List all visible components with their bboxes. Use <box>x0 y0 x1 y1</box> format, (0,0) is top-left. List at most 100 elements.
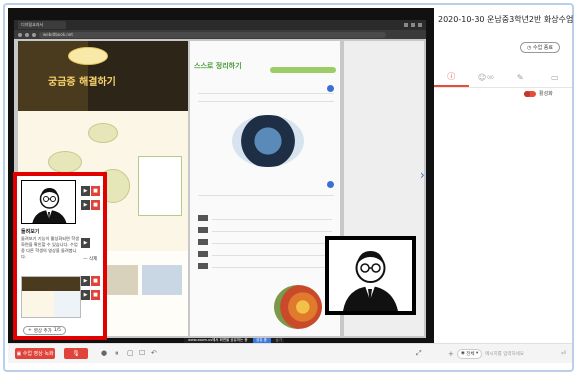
table-label <box>198 227 208 233</box>
person-icon: ☺ <box>477 73 487 82</box>
mic-icon: 🎙 <box>72 350 80 357</box>
info-icon: ⓘ <box>447 72 456 81</box>
window-controls <box>404 23 426 27</box>
globe-icon: ◉ <box>460 351 465 356</box>
tab-info[interactable]: ⓘ <box>434 68 469 87</box>
table-row <box>212 263 332 268</box>
end-class-label: 수업 종료 <box>532 45 553 51</box>
record-label: 수업 영상 녹화 <box>22 351 54 357</box>
chat-bubble-icon[interactable]: ☐ <box>139 349 145 357</box>
stop-button[interactable]: ■ <box>91 276 100 286</box>
earth-diagram <box>232 115 304 167</box>
note-icon: ✎ <box>516 73 524 82</box>
chevron-right-icon[interactable]: › <box>420 168 425 182</box>
stop-button[interactable]: ■ <box>91 200 100 210</box>
stop-icon[interactable]: ● <box>101 349 107 357</box>
person-avatar-icon <box>329 240 412 311</box>
play-button[interactable]: ▶ <box>81 238 90 248</box>
rotation-description: 돌려보기 기능이 활성화되면 학생 화면을 확인할 수 있습니다. 수업 중 다… <box>21 236 79 259</box>
student-camera <box>21 180 76 224</box>
chat-target: 전체 <box>466 351 475 357</box>
camera-controls: ▶ ■ <box>81 186 101 196</box>
chevron-down-icon: ▾ <box>475 351 479 356</box>
student-share-panel: ▶ ■ ▶ ■ 돌려보기 돌려보기 기능이 활성화되면 학생 화면을 확인할 수… <box>13 172 107 340</box>
camera-controls: ▶ ■ <box>81 276 101 286</box>
bottom-toolbar: ▣ 수업 영상 녹화 🎙 ● ⏸ ▢ ☐ ↶ ⤢ + ◉ 전체 ▾ 메시지를 입… <box>8 343 572 363</box>
table-row <box>212 215 332 220</box>
browser-address-bar: webdtbook.net <box>14 30 426 39</box>
record-button[interactable]: ▣ 수업 영상 녹화 <box>15 348 55 359</box>
plus-icon[interactable]: + <box>448 350 454 358</box>
clock-icon: ◷ <box>527 44 532 51</box>
text-line <box>198 89 334 94</box>
delete-button[interactable]: — 삭제 <box>83 256 97 262</box>
table-label <box>198 251 208 257</box>
camera-controls: ▶ ■ <box>81 200 101 210</box>
video-count: 1/5 <box>53 328 62 333</box>
page-right-title: 스스로 정리하기 <box>194 62 242 70</box>
stop-button[interactable]: ■ <box>91 186 100 196</box>
mic-button[interactable]: 🎙 <box>64 348 88 359</box>
table-row <box>212 251 332 256</box>
tab-students[interactable]: ☺ 0/0 <box>469 68 504 87</box>
end-class-button[interactable]: ◷ 수업 종료 <box>520 42 560 53</box>
play-button[interactable]: ▶ <box>81 186 90 196</box>
add-video-button[interactable]: + 영상 추가 1/5 <box>23 326 67 335</box>
concept-node <box>88 123 118 143</box>
chat-input[interactable]: 메시지를 입력하세요 <box>485 351 558 357</box>
square-icon[interactable]: ▢ <box>127 349 134 357</box>
toggle-label: 활성화 <box>539 91 553 97</box>
concept-node <box>48 151 82 173</box>
class-title: 2020-10-30 운남중3학년2반 화상수업 <box>438 15 574 24</box>
add-video-label: 영상 추가 <box>33 328 52 334</box>
undo-icon[interactable]: ↶ <box>151 349 157 357</box>
section-bar <box>270 67 336 73</box>
text-line <box>198 97 334 102</box>
check-icon <box>327 181 334 188</box>
speech-bubble <box>68 47 108 65</box>
pause-icon[interactable]: ⏸ <box>115 349 119 358</box>
tab-screen[interactable]: ▭ <box>538 68 573 87</box>
send-icon[interactable]: ⏎ <box>561 350 566 357</box>
chat-target-select[interactable]: ◉ 전체 ▾ <box>456 348 483 359</box>
teacher-camera <box>325 236 416 315</box>
play-button[interactable]: ▶ <box>81 290 90 300</box>
play-button[interactable]: ▶ <box>81 200 90 210</box>
delete-label: 삭제 <box>88 257 98 262</box>
textbook-page-right: 스스로 정리하기 <box>190 41 340 336</box>
earth-layers-illustration <box>274 285 322 329</box>
sidebar-tabs: ⓘ ☺ 0/0 ✎ ▭ <box>434 68 572 88</box>
camera-controls: ▶ ■ <box>81 290 101 300</box>
shared-screen-thumbnail[interactable] <box>21 276 81 318</box>
table-label <box>198 215 208 221</box>
forward-icon[interactable] <box>25 32 29 37</box>
activate-toggle[interactable] <box>524 90 536 97</box>
camera-controls: ▶ <box>81 238 101 248</box>
chat-bar: + ◉ 전체 ▾ 메시지를 입력하세요 ⏎ <box>448 347 566 360</box>
text-line <box>198 191 334 196</box>
page-left-title: 궁금증 해결하기 <box>48 77 116 88</box>
class-sidebar: 2020-10-30 운남중3학년2반 화상수업 ◷ 수업 종료 ⓘ ☺ 0/0 … <box>434 8 574 343</box>
student-count: 0/0 <box>487 75 494 80</box>
tab-notes[interactable]: ✎ <box>503 68 538 87</box>
toggle-row: 활성화 <box>524 90 553 97</box>
table-row <box>212 239 332 244</box>
record-icon: ▣ <box>16 350 22 357</box>
table-row <box>212 227 332 232</box>
url-field[interactable]: webdtbook.net <box>39 31 386 38</box>
stop-button[interactable]: ■ <box>91 290 100 300</box>
answer-box[interactable] <box>138 156 182 216</box>
reload-icon[interactable] <box>32 32 36 37</box>
rotation-heading: 돌려보기 <box>21 229 40 235</box>
browser-tab[interactable]: 디지털교과서 <box>18 21 66 29</box>
screen-icon: ▭ <box>550 73 559 82</box>
table-label <box>198 263 208 269</box>
browser-tabbar: 디지털교과서 <box>14 20 426 30</box>
play-button[interactable]: ▶ <box>81 276 90 286</box>
table-label <box>198 239 208 245</box>
expand-icon[interactable]: ⤢ <box>416 349 422 358</box>
plus-icon: + <box>28 328 32 333</box>
person-avatar-icon <box>22 181 75 223</box>
illustration <box>142 265 182 295</box>
back-icon[interactable] <box>18 32 22 37</box>
